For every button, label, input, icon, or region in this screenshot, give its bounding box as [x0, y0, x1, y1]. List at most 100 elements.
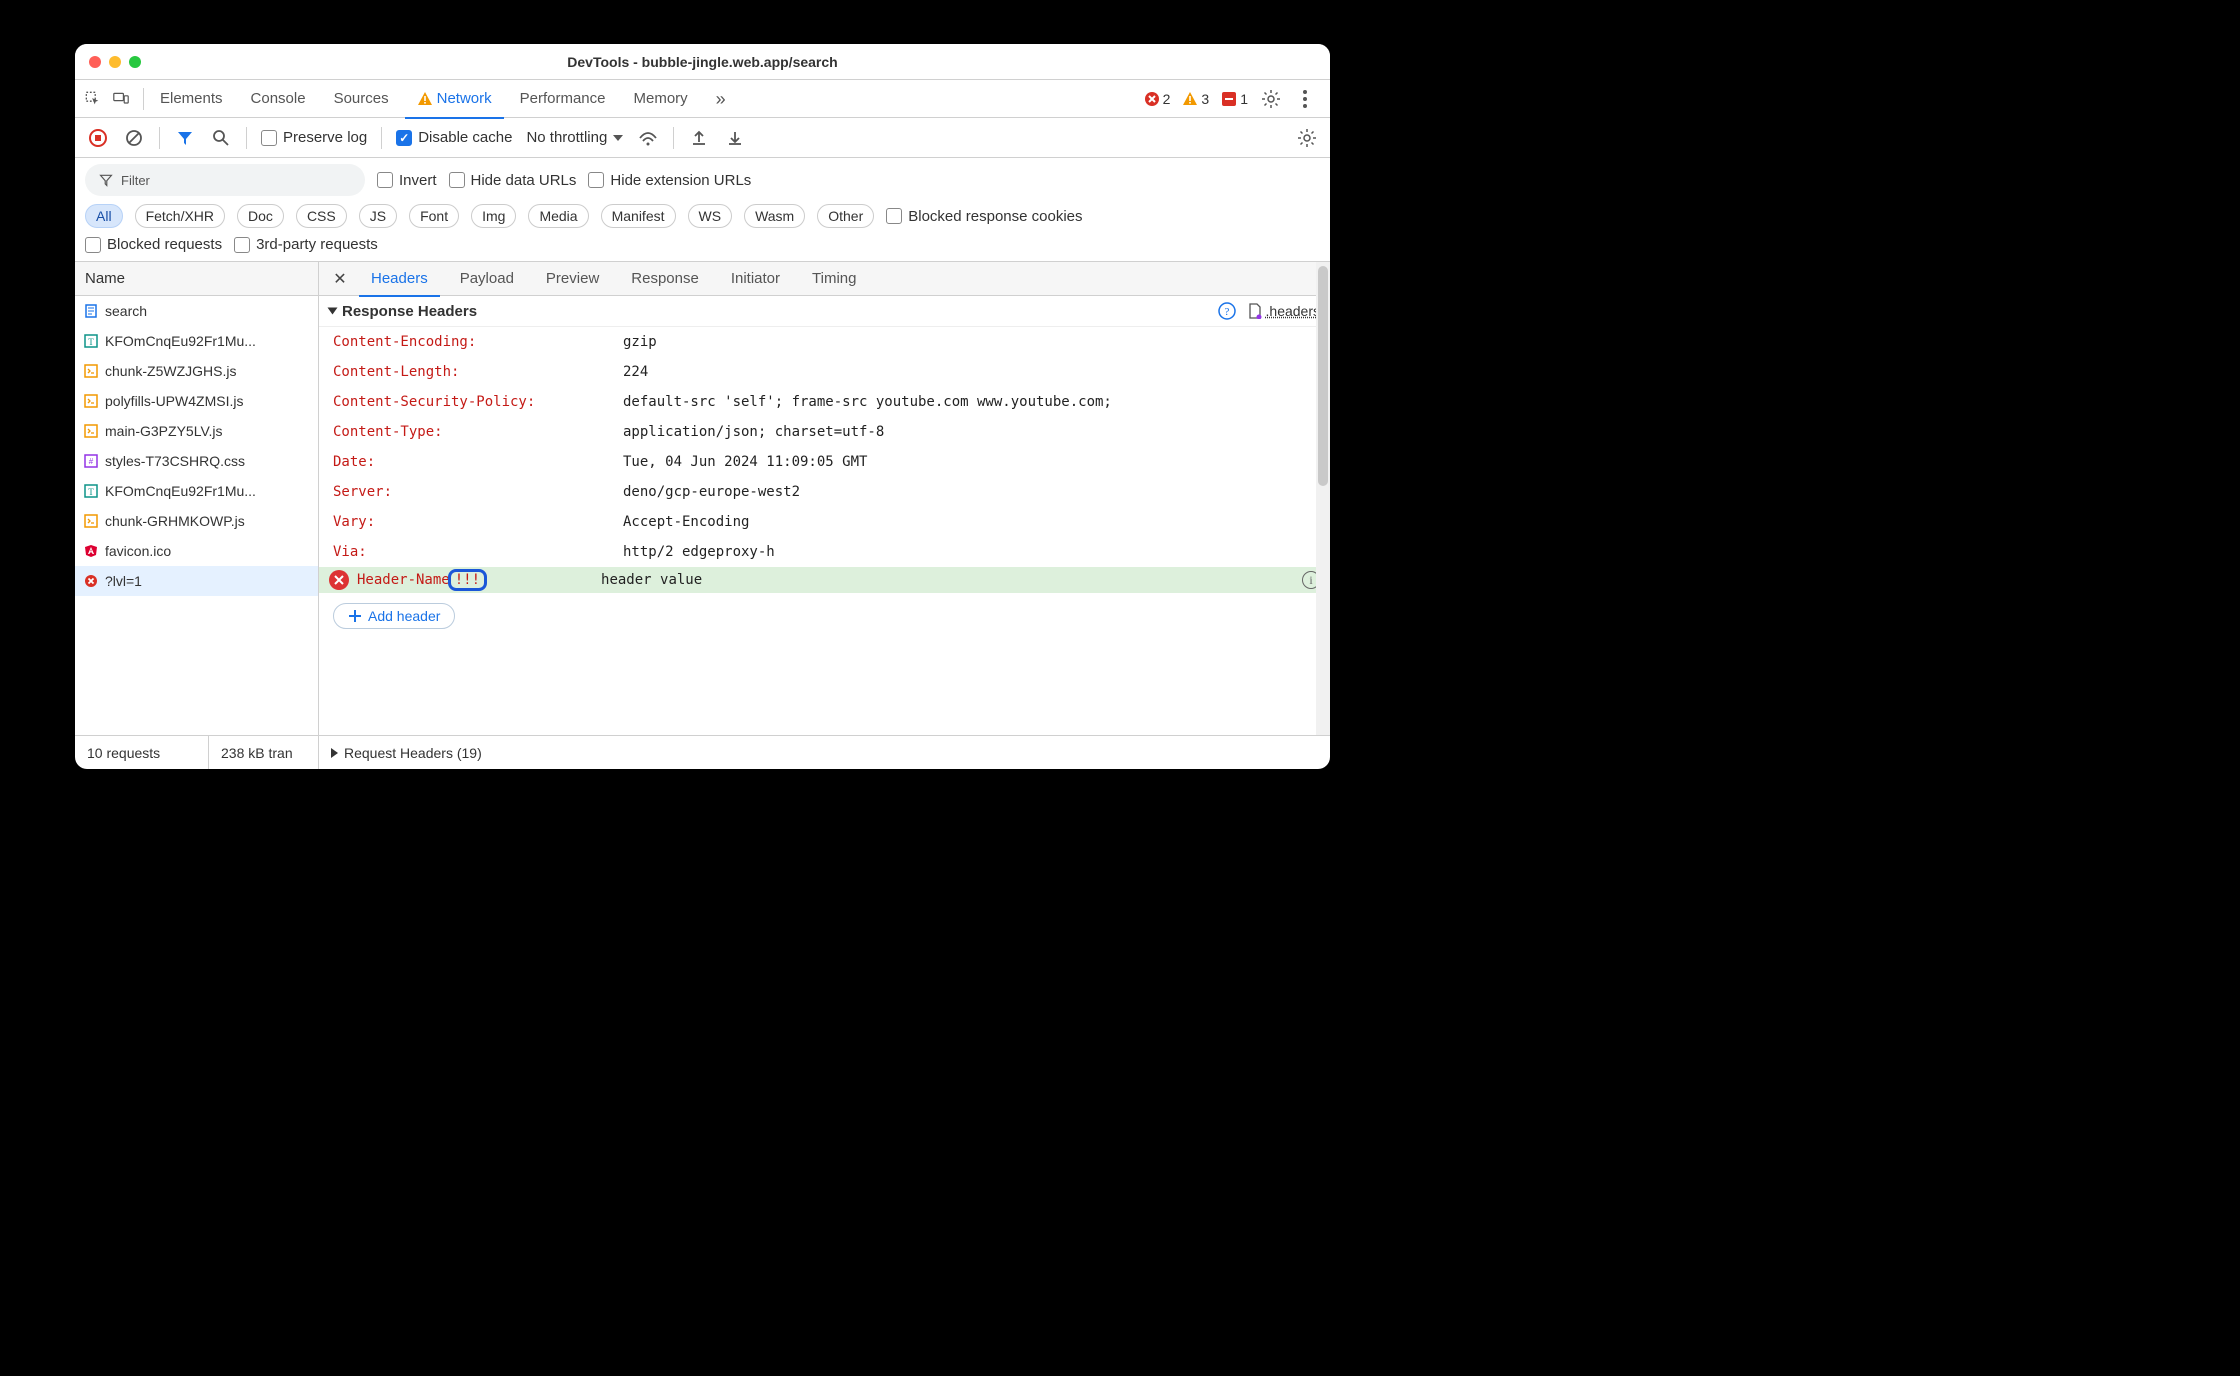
request-row[interactable]: TKFOmCnqEu92Fr1Mu...	[75, 476, 318, 506]
error-count[interactable]: 2	[1144, 91, 1171, 107]
header-row: Date:Tue, 04 Jun 2024 11:09:05 GMT	[319, 447, 1330, 477]
tab-elements[interactable]: Elements	[148, 80, 235, 118]
inspect-icon[interactable]	[85, 91, 101, 107]
headers-file-link[interactable]: .headers	[1248, 303, 1320, 319]
warning-icon	[1182, 91, 1198, 107]
request-headers-section[interactable]: Request Headers (19)	[319, 736, 1330, 769]
header-name: Content-Length:	[333, 361, 623, 383]
body: Name searchTKFOmCnqEu92Fr1Mu...chunk-Z5W…	[75, 262, 1330, 735]
request-row[interactable]: polyfills-UPW4ZMSI.js	[75, 386, 318, 416]
tab-more[interactable]: »	[704, 80, 738, 118]
request-row[interactable]: main-G3PZY5LV.js	[75, 416, 318, 446]
clear-button[interactable]	[123, 127, 145, 149]
type-css[interactable]: CSS	[296, 204, 347, 228]
name-header[interactable]: Name	[75, 262, 318, 296]
request-row[interactable]: search	[75, 296, 318, 326]
type-media[interactable]: Media	[528, 204, 588, 228]
add-header-button[interactable]: Add header	[333, 603, 455, 629]
request-row[interactable]: favicon.ico	[75, 536, 318, 566]
header-value: http/2 edgeproxy-h	[623, 541, 1320, 563]
type-font[interactable]: Font	[409, 204, 459, 228]
error-icon	[1144, 91, 1160, 107]
transfer-size: 238 kB tran	[209, 736, 319, 769]
tab-performance[interactable]: Performance	[508, 80, 618, 118]
type-manifest[interactable]: Manifest	[601, 204, 676, 228]
search-icon[interactable]	[210, 127, 232, 149]
subtab-payload[interactable]: Payload	[448, 262, 526, 296]
blocked-cookies-checkbox[interactable]: Blocked response cookies	[886, 208, 1082, 225]
tab-network[interactable]: Network	[405, 80, 504, 118]
tab-memory[interactable]: Memory	[622, 80, 700, 118]
subtab-response[interactable]: Response	[619, 262, 711, 296]
status-bar: 10 requests 238 kB tran Request Headers …	[75, 735, 1330, 769]
blocked-icon	[1221, 91, 1237, 107]
request-name: chunk-GRHMKOWP.js	[105, 513, 245, 529]
invert-checkbox[interactable]: Invert	[377, 172, 437, 189]
hide-data-checkbox[interactable]: Hide data URLs	[449, 172, 577, 189]
traffic-lights	[89, 56, 141, 68]
devtools-window: DevTools - bubble-jingle.web.app/search …	[75, 44, 1330, 769]
response-headers-section[interactable]: Response Headers ? .headers	[319, 296, 1330, 327]
request-row[interactable]: chunk-Z5WZJGHS.js	[75, 356, 318, 386]
scrollbar[interactable]	[1316, 262, 1330, 735]
file-icon	[1248, 303, 1262, 319]
type-ws[interactable]: WS	[688, 204, 733, 228]
header-row: Server:deno/gcp-europe-west2	[319, 477, 1330, 507]
hide-ext-checkbox[interactable]: Hide extension URLs	[588, 172, 751, 189]
header-value: Accept-Encoding	[623, 511, 1320, 533]
minimize-window[interactable]	[109, 56, 121, 68]
request-row[interactable]: chunk-GRHMKOWP.js	[75, 506, 318, 536]
help-icon[interactable]: ?	[1218, 302, 1236, 320]
network-conditions-icon[interactable]	[637, 127, 659, 149]
filter-icon[interactable]	[174, 127, 196, 149]
request-row[interactable]: TKFOmCnqEu92Fr1Mu...	[75, 326, 318, 356]
filter-input[interactable]: Filter	[85, 164, 365, 196]
header-value: gzip	[623, 331, 1320, 353]
new-header-row[interactable]: Header-Name!!! header value i	[319, 567, 1330, 593]
request-row[interactable]: ?lvl=1	[75, 566, 318, 596]
subtab-headers[interactable]: Headers	[359, 262, 440, 296]
warning-count[interactable]: 3	[1182, 91, 1209, 107]
record-button[interactable]	[87, 127, 109, 149]
svg-text:T: T	[88, 487, 94, 497]
request-name: polyfills-UPW4ZMSI.js	[105, 393, 243, 409]
titlebar: DevTools - bubble-jingle.web.app/search	[75, 44, 1330, 80]
svg-text:?: ?	[1224, 306, 1229, 318]
download-icon[interactable]	[724, 127, 746, 149]
throttling-select[interactable]: No throttling	[526, 129, 623, 146]
type-wasm[interactable]: Wasm	[744, 204, 805, 228]
request-row[interactable]: #styles-T73CSHRQ.css	[75, 446, 318, 476]
type-doc[interactable]: Doc	[237, 204, 284, 228]
type-other[interactable]: Other	[817, 204, 874, 228]
tab-sources[interactable]: Sources	[322, 80, 401, 118]
request-name: favicon.ico	[105, 543, 171, 559]
blocked-requests-checkbox[interactable]: Blocked requests	[85, 236, 222, 253]
request-name: main-G3PZY5LV.js	[105, 423, 223, 439]
subtab-preview[interactable]: Preview	[534, 262, 611, 296]
subtab-timing[interactable]: Timing	[800, 262, 868, 296]
panel-settings-icon[interactable]	[1296, 127, 1318, 149]
header-name: Content-Security-Policy:	[333, 391, 623, 413]
preserve-log-checkbox[interactable]: Preserve log	[261, 129, 367, 146]
type-fetch[interactable]: Fetch/XHR	[135, 204, 225, 228]
kebab-icon[interactable]	[1294, 88, 1316, 110]
type-all[interactable]: All	[85, 204, 123, 228]
close-window[interactable]	[89, 56, 101, 68]
blocked-count[interactable]: 1	[1221, 91, 1248, 107]
type-js[interactable]: JS	[359, 204, 397, 228]
tab-console[interactable]: Console	[239, 80, 318, 118]
header-row: Content-Security-Policy:default-src 'sel…	[319, 387, 1330, 417]
js-icon	[83, 393, 99, 409]
type-img[interactable]: Img	[471, 204, 516, 228]
upload-icon[interactable]	[688, 127, 710, 149]
settings-icon[interactable]	[1260, 88, 1282, 110]
third-party-checkbox[interactable]: 3rd-party requests	[234, 236, 378, 253]
disable-cache-checkbox[interactable]: Disable cache	[396, 129, 512, 146]
delete-header-icon[interactable]	[329, 570, 349, 590]
svg-text:#: #	[89, 457, 94, 466]
subtab-initiator[interactable]: Initiator	[719, 262, 792, 296]
zoom-window[interactable]	[129, 56, 141, 68]
close-detail-icon[interactable]: ✕	[329, 268, 351, 290]
device-icon[interactable]	[113, 91, 129, 107]
disclosure-icon	[328, 308, 338, 315]
